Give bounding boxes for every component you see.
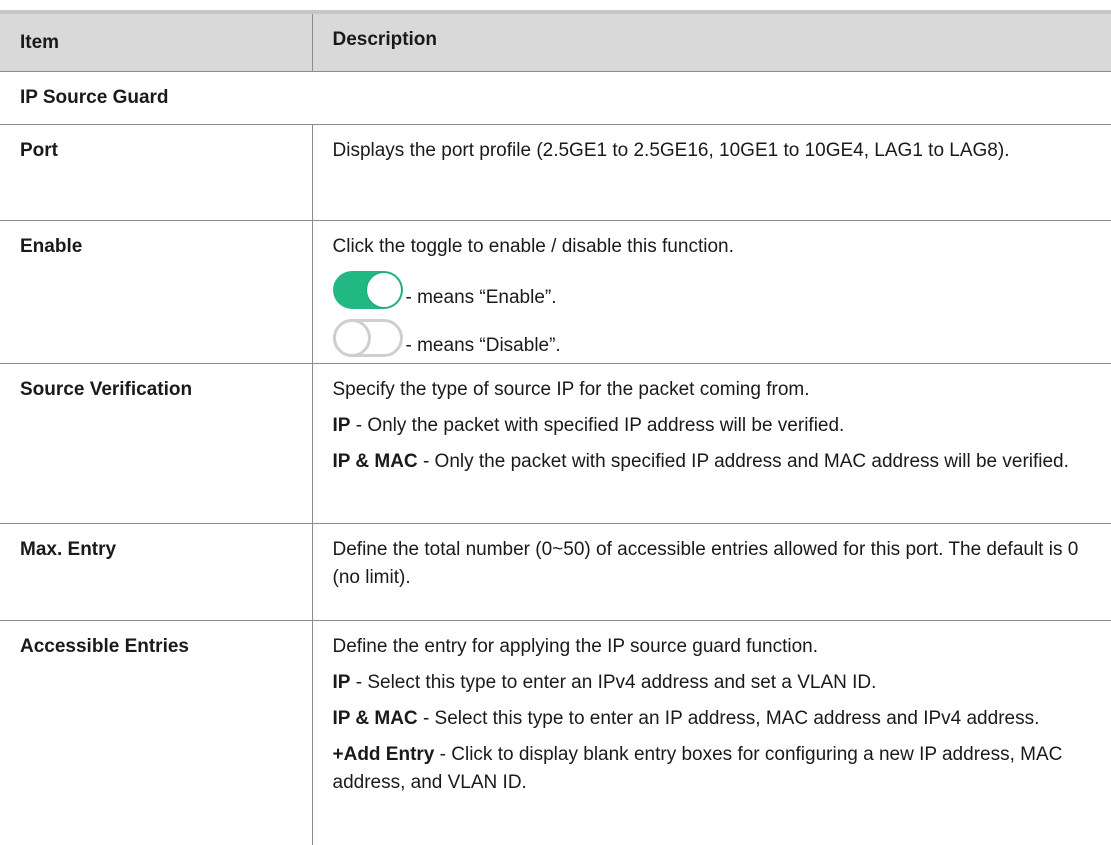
enable-description: Click the toggle to enable / disable thi… (333, 233, 1092, 261)
row-item-enable: Enable (0, 221, 312, 364)
header-item: Item (0, 12, 312, 72)
row-desc-accessible-entries: Define the entry for applying the IP sou… (312, 621, 1111, 845)
toggle-knob-icon (367, 273, 401, 307)
sv-description: Specify the type of source IP for the pa… (333, 376, 1092, 404)
toggle-on-icon (333, 271, 403, 309)
toggle-on-text: - means “Enable”. (406, 287, 557, 309)
row-desc-source-verification: Specify the type of source IP for the pa… (312, 364, 1111, 524)
ae-add-line: +Add Entry - Click to display blank entr… (333, 741, 1092, 797)
toggle-off-text: - means “Disable”. (406, 335, 561, 357)
toggle-knob-icon (333, 319, 371, 357)
table-header-row: Item Description (0, 12, 1111, 72)
row-item-max-entry: Max. Entry (0, 524, 312, 621)
row-item-port: Port (0, 125, 312, 221)
row-desc-enable: Click the toggle to enable / disable thi… (312, 221, 1111, 364)
ip-source-guard-table: Item Description IP Source Guard Port Di… (0, 10, 1111, 845)
ae-add-desc: - Click to display blank entry boxes for… (333, 744, 1063, 793)
ae-description: Define the entry for applying the IP sou… (333, 633, 1092, 661)
port-description: Displays the port profile (2.5GE1 to 2.5… (333, 137, 1092, 165)
table-row: Port Displays the port profile (2.5GE1 t… (0, 125, 1111, 221)
table-row: Max. Entry Define the total number (0~50… (0, 524, 1111, 621)
section-title: IP Source Guard (0, 72, 1111, 125)
document-page: Item Description IP Source Guard Port Di… (0, 0, 1111, 835)
sv-ip-term: IP (333, 415, 351, 436)
ae-ipmac-line: IP & MAC - Select this type to enter an … (333, 705, 1092, 733)
toggle-on-line: - means “Enable”. (333, 269, 1092, 309)
table-row: Source Verification Specify the type of … (0, 364, 1111, 524)
table-row: Enable Click the toggle to enable / disa… (0, 221, 1111, 364)
row-desc-max-entry: Define the total number (0~50) of access… (312, 524, 1111, 621)
row-item-source-verification: Source Verification (0, 364, 312, 524)
ae-ipmac-term: IP & MAC (333, 708, 418, 729)
sv-ip-line: IP - Only the packet with specified IP a… (333, 412, 1092, 440)
table-row: Accessible Entries Define the entry for … (0, 621, 1111, 845)
ae-ip-desc: - Select this type to enter an IPv4 addr… (350, 672, 876, 693)
toggle-off-icon (333, 319, 403, 357)
sv-ip-desc: - Only the packet with specified IP addr… (350, 415, 844, 436)
ae-ipmac-desc: - Select this type to enter an IP addres… (418, 708, 1040, 729)
row-item-accessible-entries: Accessible Entries (0, 621, 312, 845)
sv-ipmac-term: IP & MAC (333, 451, 418, 472)
header-description: Description (312, 12, 1111, 72)
toggle-off-line: - means “Disable”. (333, 317, 1092, 357)
sv-ipmac-desc: - Only the packet with specified IP addr… (418, 451, 1069, 472)
ae-add-term: +Add Entry (333, 744, 435, 765)
ae-ip-line: IP - Select this type to enter an IPv4 a… (333, 669, 1092, 697)
sv-ipmac-line: IP & MAC - Only the packet with specifie… (333, 448, 1092, 476)
ae-ip-term: IP (333, 672, 351, 693)
section-row: IP Source Guard (0, 72, 1111, 125)
row-desc-port: Displays the port profile (2.5GE1 to 2.5… (312, 125, 1111, 221)
max-entry-description: Define the total number (0~50) of access… (333, 536, 1092, 592)
